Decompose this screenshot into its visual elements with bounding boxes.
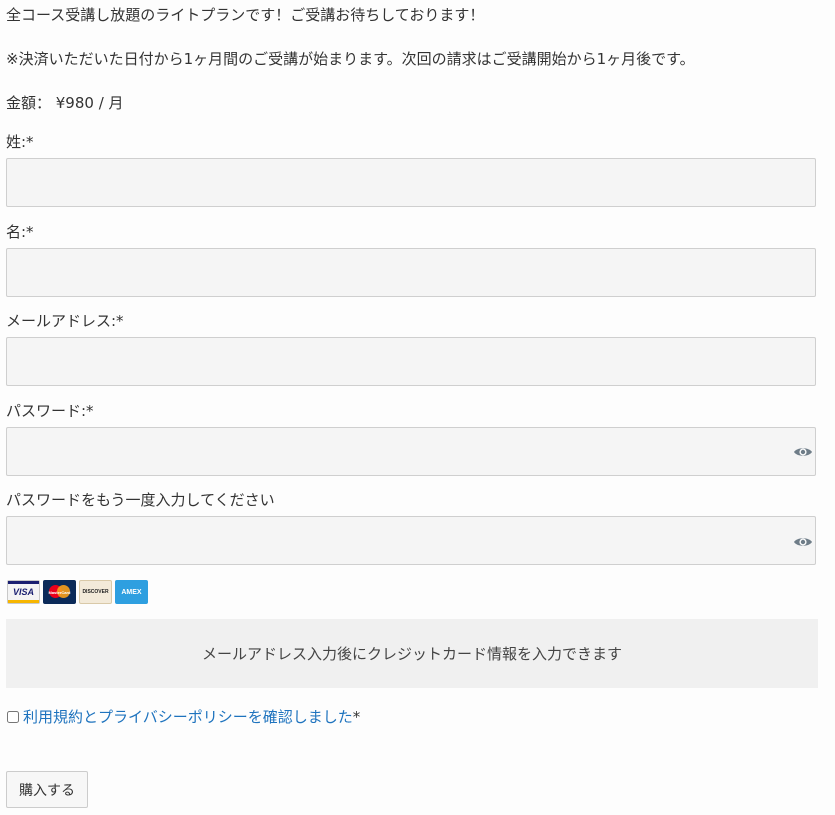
- purchase-button[interactable]: 購入する: [6, 771, 88, 808]
- visa-card-label: VISA: [12, 587, 34, 597]
- mastercard-card-label: MasterCard: [48, 589, 71, 595]
- eye-icon[interactable]: [793, 445, 813, 459]
- password-confirm-label: パスワードをもう一度入力してください: [6, 491, 275, 509]
- discover-card-label: DISCOVER: [82, 589, 109, 595]
- email-input[interactable]: [6, 337, 816, 386]
- first-name-input[interactable]: [6, 248, 816, 297]
- terms-agreement: 利用規約とプライバシーポリシーを確認しました *: [6, 706, 360, 727]
- terms-link[interactable]: 利用規約とプライバシーポリシーを確認しました: [23, 706, 353, 727]
- mastercard-card-icon: MasterCard: [43, 580, 76, 604]
- visa-card-icon: VISA: [7, 580, 40, 604]
- required-mark: *: [352, 707, 361, 726]
- password-confirm-input[interactable]: [6, 516, 816, 565]
- password-label: パスワード:*: [6, 402, 94, 420]
- amex-card-icon: AMEX: [115, 580, 148, 604]
- eye-icon[interactable]: [793, 535, 813, 549]
- plan-description: 全コース受講し放題のライトプランです！ご受講お待ちしております！: [6, 6, 485, 24]
- password-input[interactable]: [6, 427, 816, 476]
- accepted-cards: VISA MasterCard DISCOVER AMEX: [7, 580, 148, 604]
- card-info-notice-text: メールアドレス入力後にクレジットカード情報を入力できます: [201, 645, 622, 663]
- first-name-label: 名:*: [6, 223, 34, 241]
- card-info-notice: メールアドレス入力後にクレジットカード情報を入力できます: [6, 619, 818, 688]
- price-text: 金額： ¥980 / 月: [6, 94, 124, 112]
- email-label: メールアドレス:*: [6, 312, 124, 330]
- last-name-label: 姓:*: [6, 133, 34, 151]
- billing-note: ※決済いただいた日付から1ヶ月間のご受講が始まります。次回の請求はご受講開始から…: [6, 50, 695, 68]
- terms-checkbox[interactable]: [7, 710, 19, 723]
- last-name-input[interactable]: [6, 158, 816, 207]
- amex-card-label: AMEX: [121, 588, 142, 596]
- discover-card-icon: DISCOVER: [79, 580, 112, 604]
